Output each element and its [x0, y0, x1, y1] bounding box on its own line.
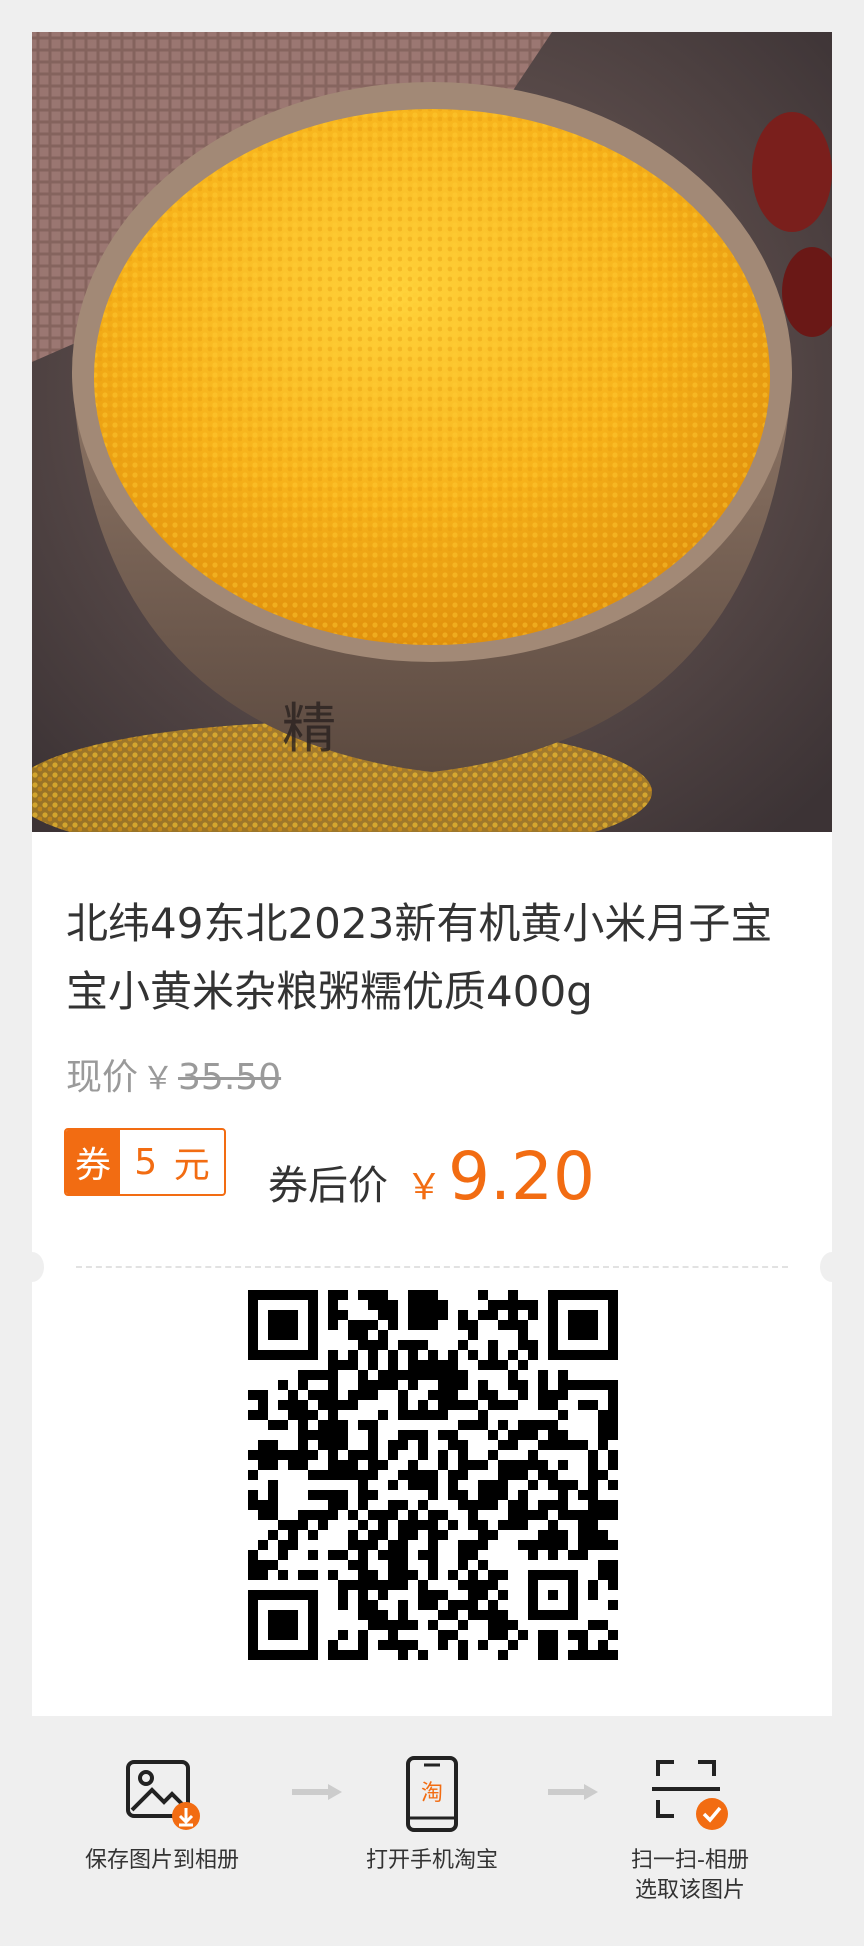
- millet-bowl-illustration: 精: [32, 32, 832, 832]
- step-scan: 扫一扫-相册 选取该图片: [590, 1740, 790, 1906]
- after-price-value: 9.20: [448, 1138, 595, 1215]
- coupon-value: 5 元: [120, 1130, 224, 1194]
- currency-symbol: ￥: [142, 1059, 175, 1097]
- product-title: 北纬49东北2023新有机黄小米月子宝宝小黄米杂粮粥糯优质400g: [66, 899, 773, 1016]
- taobao-badge: 淘: [421, 1781, 443, 1806]
- after-coupon-price: 券后价 ￥ 9.20: [268, 1138, 595, 1215]
- step-open-label: 打开手机淘宝: [365, 1848, 498, 1873]
- step-scan-label-line2: 选取该图片: [634, 1878, 745, 1903]
- qr-code[interactable]: [248, 1290, 618, 1660]
- price-label: 现价: [66, 1057, 139, 1098]
- step-save-image: 保存图片到相册: [62, 1740, 262, 1876]
- current-price: 现价 ￥ 35.50: [66, 1054, 281, 1102]
- taobao-phone-icon: 淘: [406, 1756, 458, 1832]
- coupon-amount: 5: [134, 1141, 158, 1183]
- after-currency-symbol: ￥: [406, 1167, 443, 1208]
- save-image-icon: [126, 1760, 200, 1830]
- instruction-steps: 保存图片到相册 淘 打开手机淘宝 扫一扫-相册 选取该图片: [0, 1740, 864, 1920]
- original-price: 35.50: [178, 1057, 282, 1098]
- coupon-unit: 元: [173, 1145, 210, 1186]
- coupon-badge: 券 5 元: [64, 1128, 226, 1196]
- coupon-tag: 券: [66, 1130, 120, 1194]
- step-save-label: 保存图片到相册: [84, 1848, 239, 1873]
- scan-icon: [652, 1760, 728, 1830]
- ticket-notch-left: [20, 1252, 44, 1282]
- product-image: 精: [32, 32, 832, 832]
- step-open-taobao: 淘 打开手机淘宝: [332, 1740, 532, 1876]
- poster-card: 精 北纬49东北2023新有机黄小米月子宝宝小黄米杂粮粥糯优质400g 现价 ￥…: [20, 32, 844, 1716]
- after-price-label: 券后价: [268, 1163, 388, 1209]
- ticket-divider: [76, 1266, 788, 1268]
- step-scan-label: 扫一扫-相册 选取该图片: [590, 1846, 790, 1906]
- step-scan-label-line1: 扫一扫-相册: [631, 1848, 749, 1873]
- ticket-notch-right: [820, 1252, 844, 1282]
- svg-text:精: 精: [282, 697, 336, 760]
